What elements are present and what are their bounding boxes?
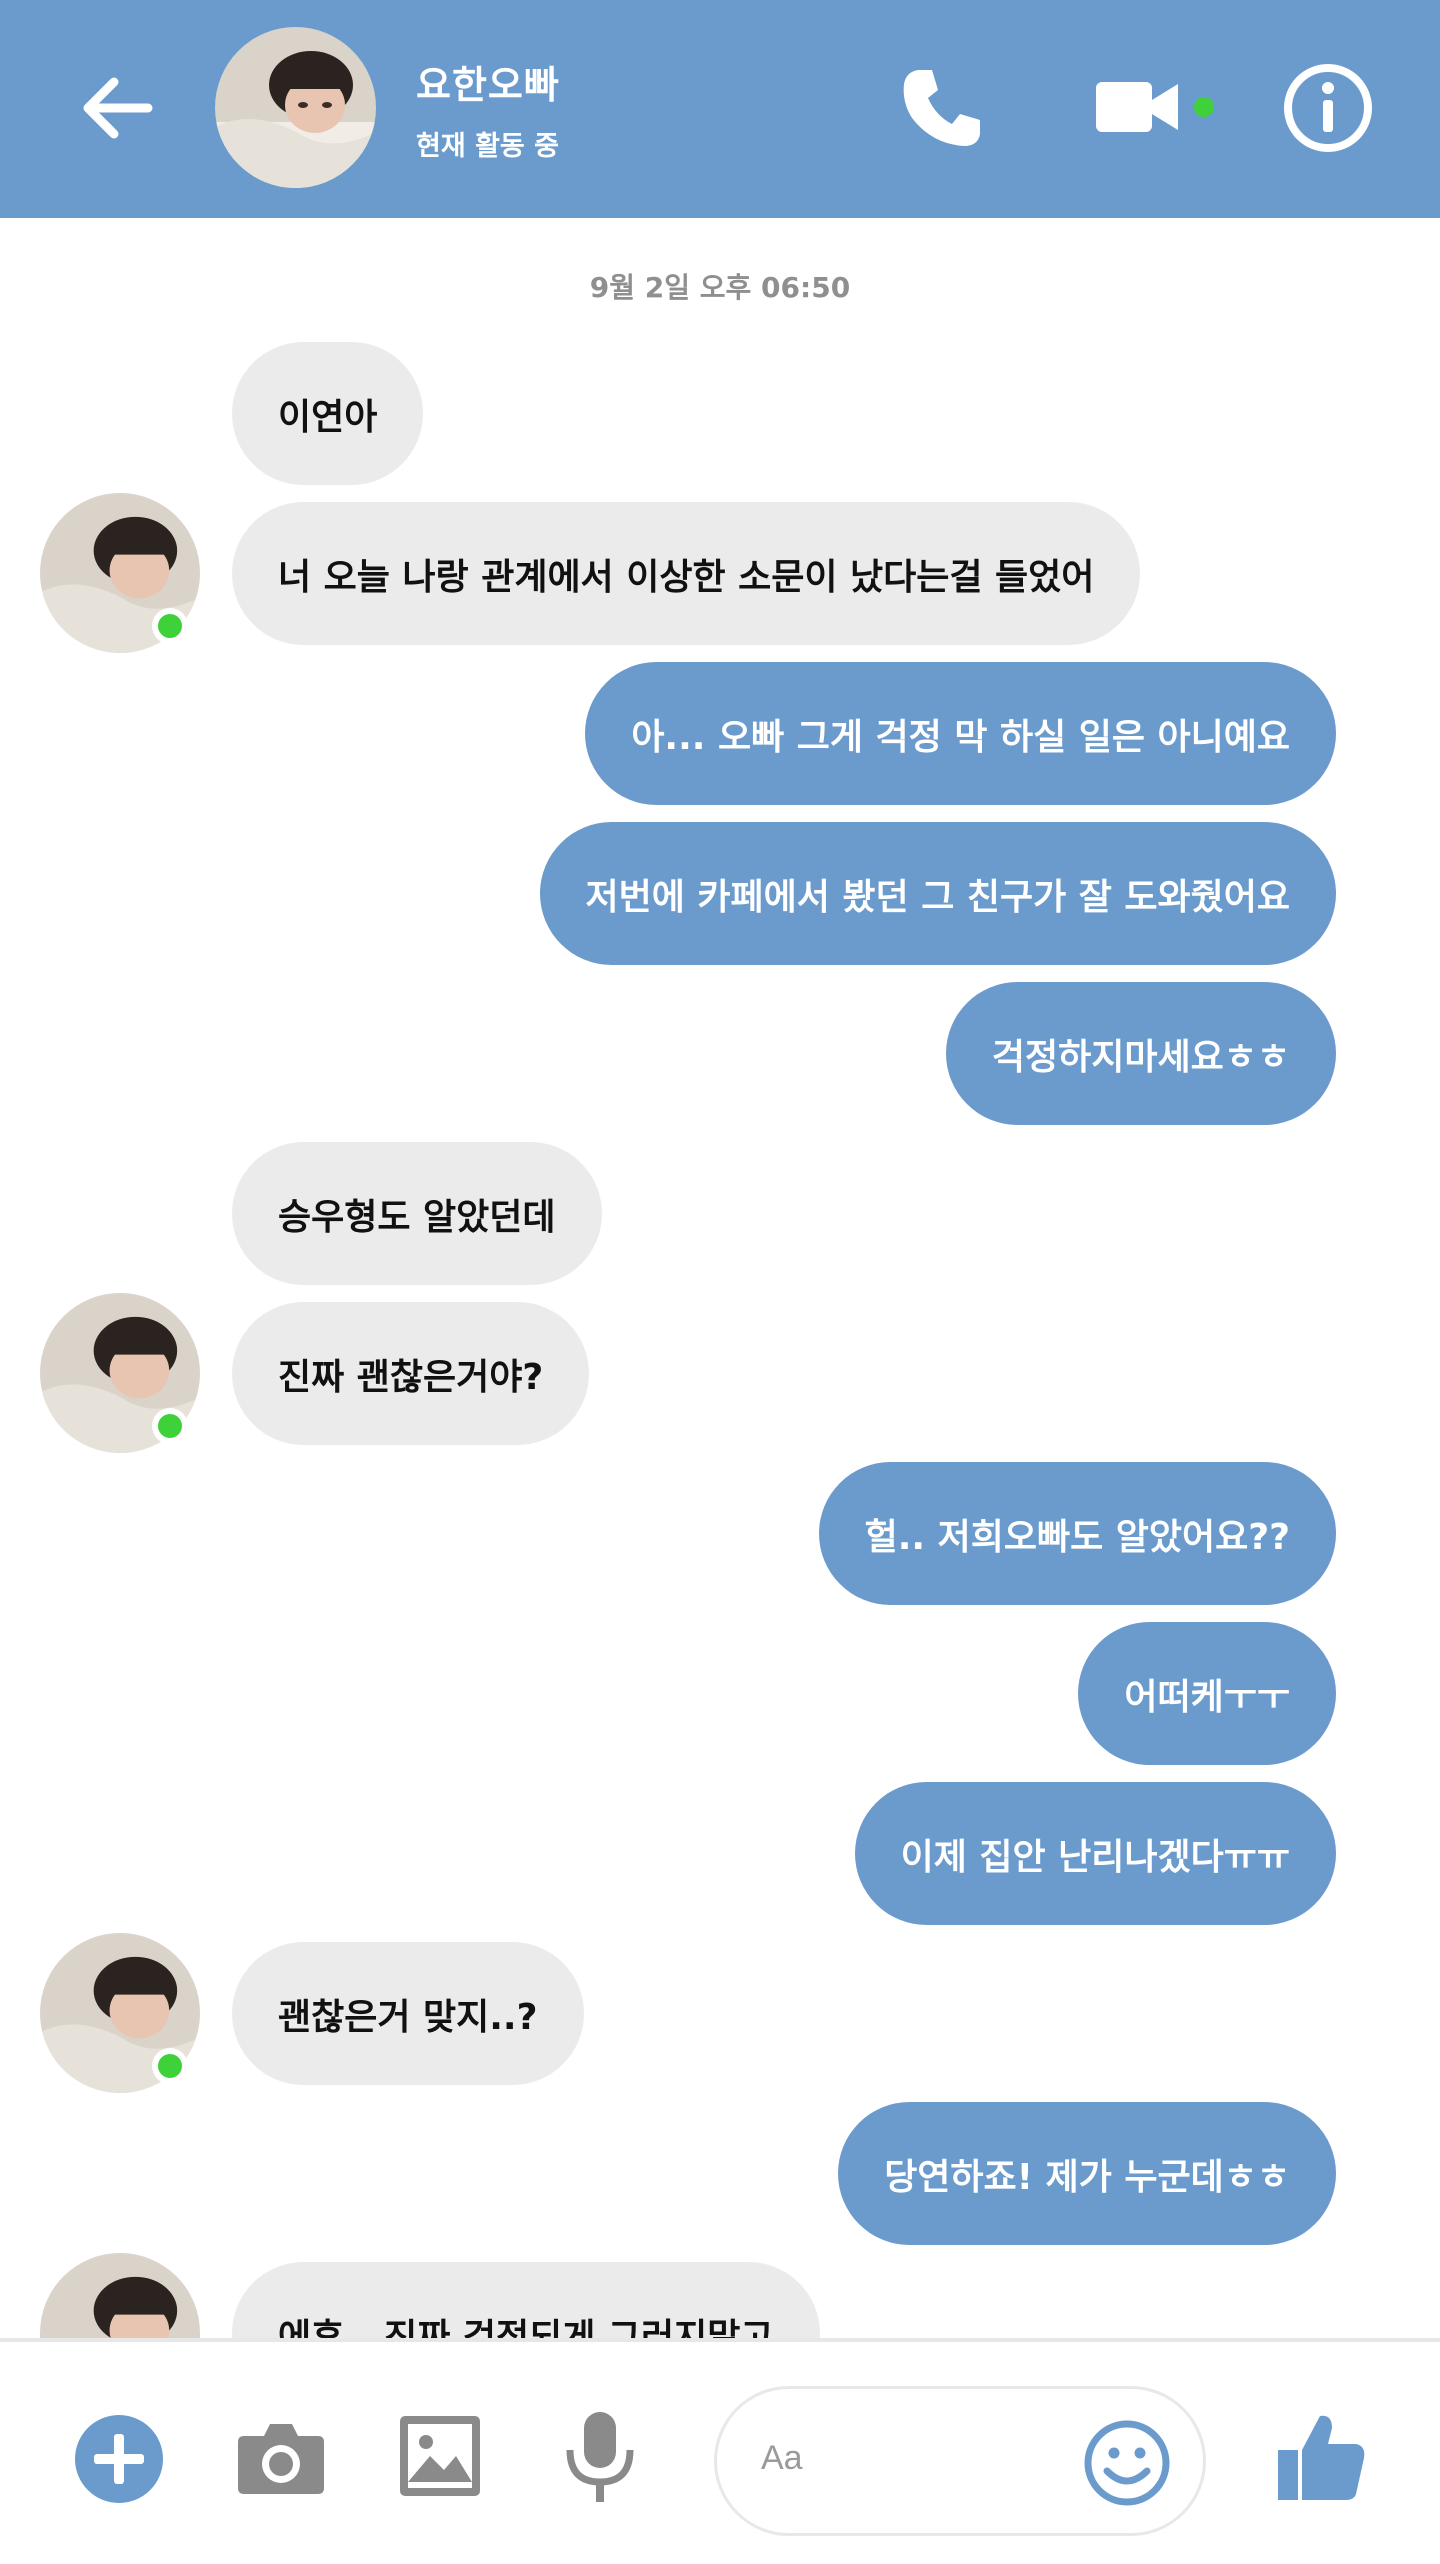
contact-name[interactable]: 요한오빠	[416, 54, 560, 109]
message-input[interactable]: Aa	[714, 2386, 1206, 2536]
message-input-placeholder: Aa	[761, 2439, 803, 2477]
message-list[interactable]: 이연아 너 오늘 나랑 관계에서 이상한 소문이 났다는걸 들었어 아... 오…	[0, 218, 1440, 2338]
message-incoming[interactable]: 이연아	[232, 342, 424, 485]
video-camera-icon[interactable]	[1094, 72, 1184, 142]
image-icon[interactable]	[400, 2416, 480, 2496]
message-outgoing[interactable]: 이제 집안 난리나겠다ㅠㅠ	[854, 1782, 1336, 1925]
message-outgoing[interactable]: 걱정하지마세요ㅎㅎ	[945, 982, 1336, 1125]
back-arrow-icon[interactable]	[78, 68, 158, 148]
message-outgoing[interactable]: 저번에 카페에서 봤던 그 친구가 잘 도와줬어요	[539, 822, 1336, 965]
sender-avatar[interactable]	[40, 2253, 200, 2338]
message-incoming[interactable]: 너 오늘 나랑 관계에서 이상한 소문이 났다는걸 들었어	[232, 502, 1141, 645]
message-outgoing[interactable]: 헐.. 저희오빠도 알았어요??	[818, 1462, 1336, 1605]
online-indicator	[152, 608, 188, 644]
info-icon[interactable]	[1282, 62, 1374, 154]
contact-avatar[interactable]	[215, 27, 376, 188]
message-incoming[interactable]: 괜찮은거 맞지..?	[232, 1942, 584, 2085]
smiley-icon[interactable]	[1083, 2419, 1171, 2507]
message-incoming[interactable]: 승우형도 알았던데	[232, 1142, 602, 1285]
contact-status: 현재 활동 중	[416, 131, 559, 162]
chat-header: 요한오빠 현재 활동 중	[0, 0, 1440, 218]
composer-bar: Aa	[0, 2338, 1440, 2564]
online-indicator	[152, 2048, 188, 2084]
video-online-dot	[1194, 97, 1214, 117]
message-incoming[interactable]: 진짜 괜찮은거야?	[232, 1302, 590, 1445]
microphone-icon[interactable]	[562, 2410, 638, 2506]
phone-icon[interactable]	[898, 62, 988, 152]
message-incoming[interactable]: 에휴.. 진짜 걱정되게 그러지말고	[232, 2262, 820, 2338]
camera-icon[interactable]	[236, 2416, 326, 2496]
thumbs-up-icon[interactable]	[1276, 2410, 1366, 2502]
message-outgoing[interactable]: 당연하죠! 제가 누군데ㅎㅎ	[838, 2102, 1336, 2245]
message-outgoing[interactable]: 어떠케ㅜㅜ	[1078, 1622, 1336, 1765]
online-indicator	[152, 1408, 188, 1444]
message-outgoing[interactable]: 아... 오빠 그게 걱정 막 하실 일은 아니예요	[585, 662, 1336, 805]
plus-circle-icon[interactable]	[74, 2414, 164, 2504]
